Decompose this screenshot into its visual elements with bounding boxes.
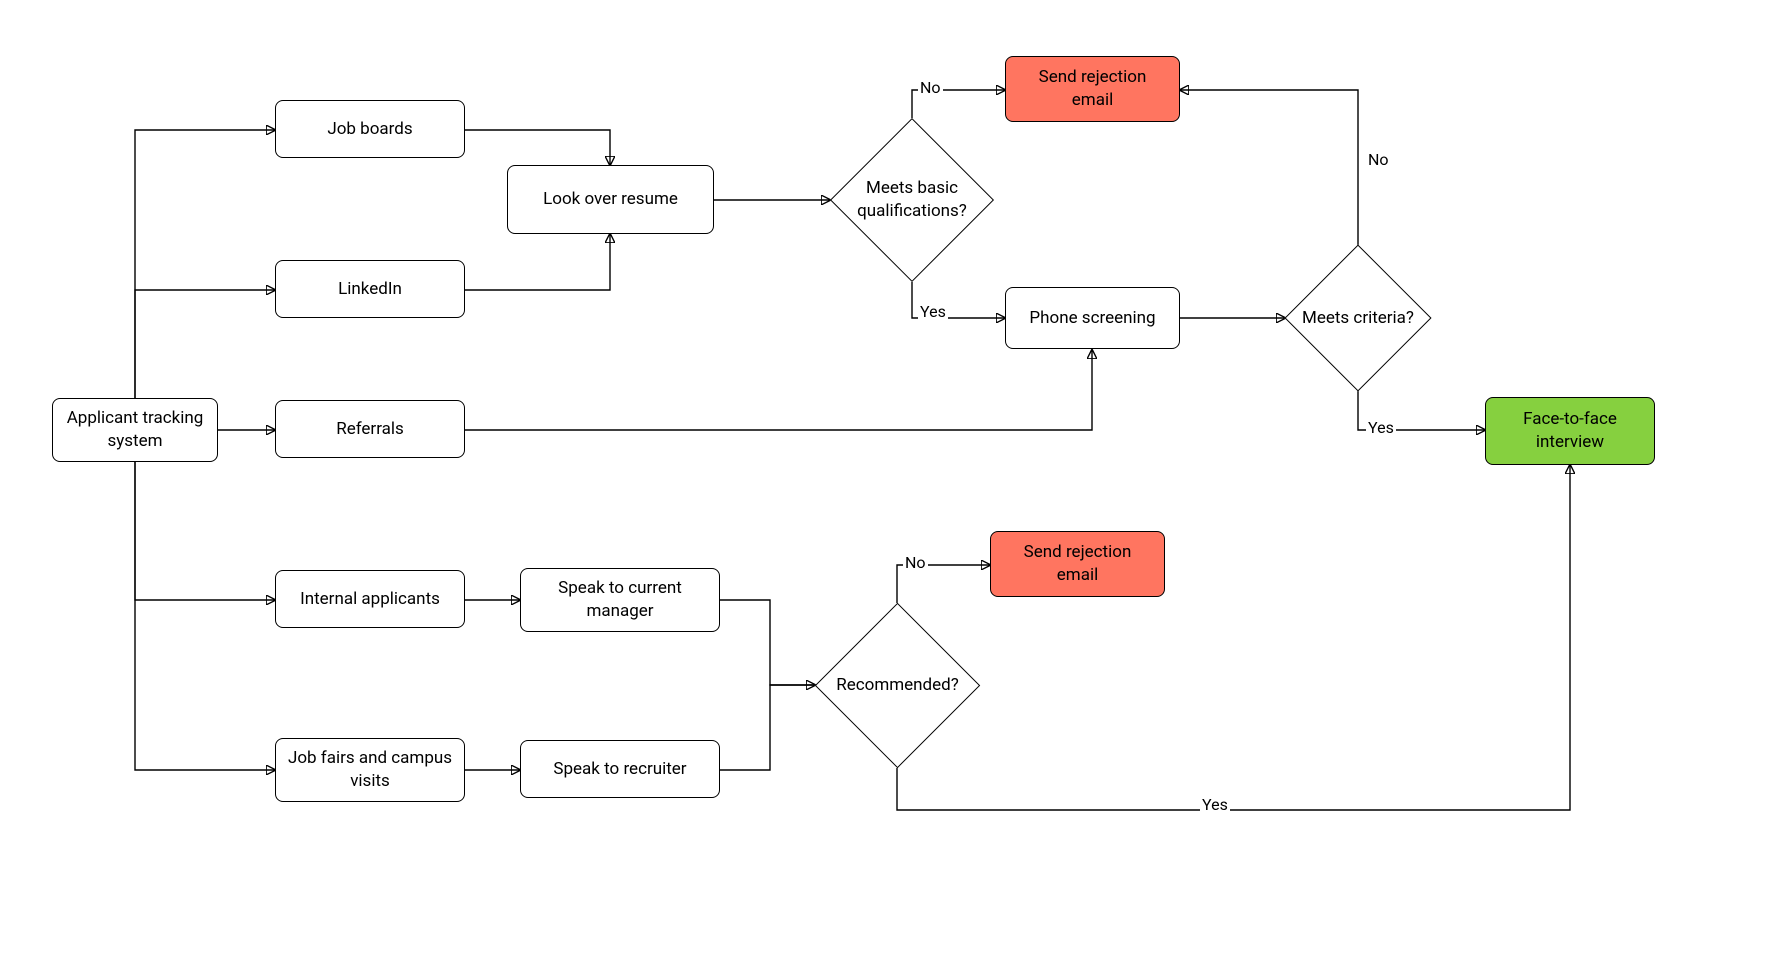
edge-label-basic-no: No (918, 78, 943, 97)
node-look-over-resume: Look over resume (507, 165, 714, 234)
node-label: LinkedIn (338, 278, 402, 301)
node-label: Job boards (327, 118, 412, 141)
node-label: Speak to recruiter (553, 758, 686, 781)
flowchart-canvas: Applicant tracking system Job boards Lin… (0, 0, 1767, 966)
node-label: Face-to-face interview (1496, 408, 1644, 454)
edge-label-basic-yes: Yes (918, 302, 948, 321)
decision-meets-basic-qualifications: Meets basic qualifications? (830, 118, 994, 282)
node-phone-screening: Phone screening (1005, 287, 1180, 349)
edge-label-recommended-yes: Yes (1200, 795, 1230, 814)
edge-label-recommended-no: No (903, 553, 928, 572)
node-send-rejection-email-1: Send rejection email (1005, 56, 1180, 122)
node-label: Referrals (336, 418, 404, 441)
node-internal-applicants: Internal applicants (275, 570, 465, 628)
decision-label: Meets criteria? (1302, 307, 1414, 330)
node-face-to-face-interview: Face-to-face interview (1485, 397, 1655, 465)
decision-meets-criteria: Meets criteria? (1285, 245, 1431, 391)
edge-label-criteria-yes: Yes (1366, 418, 1396, 437)
node-speak-to-recruiter: Speak to recruiter (520, 740, 720, 798)
node-label: Job fairs and campus visits (286, 747, 454, 793)
node-linkedin: LinkedIn (275, 260, 465, 318)
node-send-rejection-email-2: Send rejection email (990, 531, 1165, 597)
node-label: Send rejection email (1016, 66, 1169, 112)
node-job-fairs: Job fairs and campus visits (275, 738, 465, 802)
node-label: Speak to current manager (531, 577, 709, 623)
node-referrals: Referrals (275, 400, 465, 458)
node-label: Phone screening (1029, 307, 1155, 330)
node-job-boards: Job boards (275, 100, 465, 158)
node-speak-to-current-manager: Speak to current manager (520, 568, 720, 632)
decision-label: Recommended? (836, 674, 959, 697)
node-label: Internal applicants (300, 588, 440, 611)
node-label: Applicant tracking system (63, 407, 207, 453)
decision-recommended: Recommended? (815, 603, 980, 768)
edge-label-criteria-no: No (1366, 150, 1391, 169)
node-label: Send rejection email (1001, 541, 1154, 587)
node-applicant-tracking-system: Applicant tracking system (52, 398, 218, 462)
decision-label: Meets basic qualifications? (832, 177, 992, 223)
node-label: Look over resume (543, 188, 678, 211)
